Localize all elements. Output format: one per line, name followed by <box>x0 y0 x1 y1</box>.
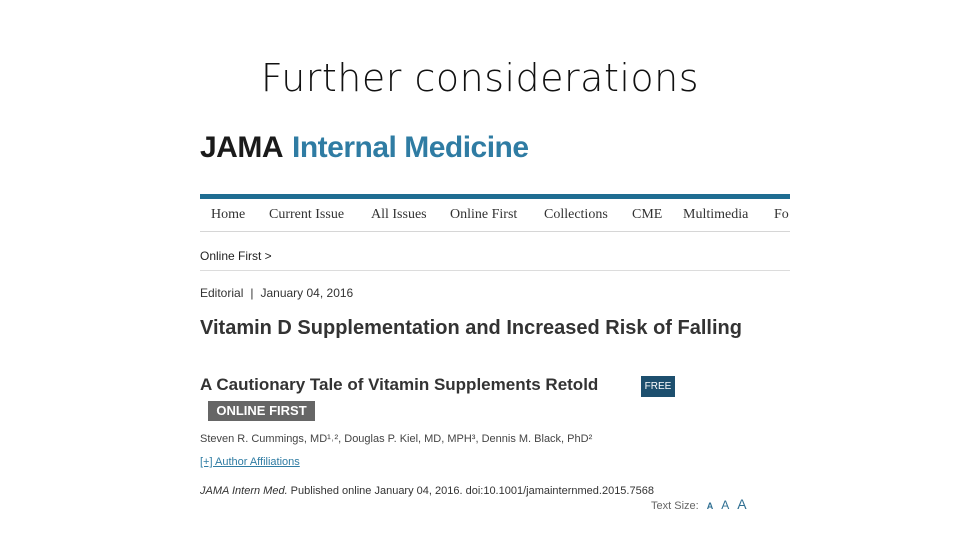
article-title: Vitamin D Supplementation and Increased … <box>200 317 742 339</box>
nav-current-issue[interactable]: Current Issue <box>269 207 344 223</box>
text-size-control: Text Size: A A A <box>651 496 747 512</box>
article-meta: Editorial | January 04, 2016 <box>200 286 353 300</box>
jama-page-screenshot: JAMA Internal Medicine Home Current Issue… <box>200 125 790 520</box>
article-authors: Steven R. Cummings, MD¹˒², Douglas P. Ki… <box>200 433 593 445</box>
text-size-small-button[interactable]: A <box>707 501 714 511</box>
logo-journal-name: Internal Medicine <box>292 131 529 164</box>
nav-home[interactable]: Home <box>211 207 245 223</box>
online-first-badge: ONLINE FIRST <box>208 401 315 421</box>
article-date: January 04, 2016 <box>260 286 354 300</box>
nav-collections[interactable]: Collections <box>544 207 608 223</box>
text-size-label: Text Size: <box>651 500 699 512</box>
free-badge: FREE <box>641 376 675 397</box>
article-type: Editorial <box>200 286 244 300</box>
meta-separator: | <box>250 286 254 300</box>
article-citation: JAMA Intern Med. Published online Januar… <box>200 485 654 497</box>
logo-jama-text: JAMA <box>200 131 284 164</box>
breadcrumb-divider <box>200 270 790 271</box>
nav-cme[interactable]: CME <box>632 207 662 223</box>
nav-more-truncated[interactable]: Fo <box>774 207 789 223</box>
breadcrumb[interactable]: Online First > <box>200 249 272 263</box>
text-size-medium-button[interactable]: A <box>721 498 729 512</box>
nav-online-first[interactable]: Online First <box>450 207 517 223</box>
citation-details: Published online January 04, 2016. doi:1… <box>287 485 654 497</box>
nav-multimedia[interactable]: Multimedia <box>683 207 748 223</box>
author-affiliations-link[interactable]: [+] Author Affiliations <box>200 456 300 468</box>
text-size-large-button[interactable]: A <box>737 496 746 512</box>
main-nav: Home Current Issue All Issues Online Fir… <box>200 199 790 232</box>
journal-logo[interactable]: JAMA Internal Medicine <box>200 131 529 165</box>
citation-journal: JAMA Intern Med. <box>200 485 288 497</box>
nav-all-issues[interactable]: All Issues <box>371 207 427 223</box>
slide-title: Further considerations <box>260 56 700 100</box>
article-subtitle: A Cautionary Tale of Vitamin Supplements… <box>200 375 599 394</box>
